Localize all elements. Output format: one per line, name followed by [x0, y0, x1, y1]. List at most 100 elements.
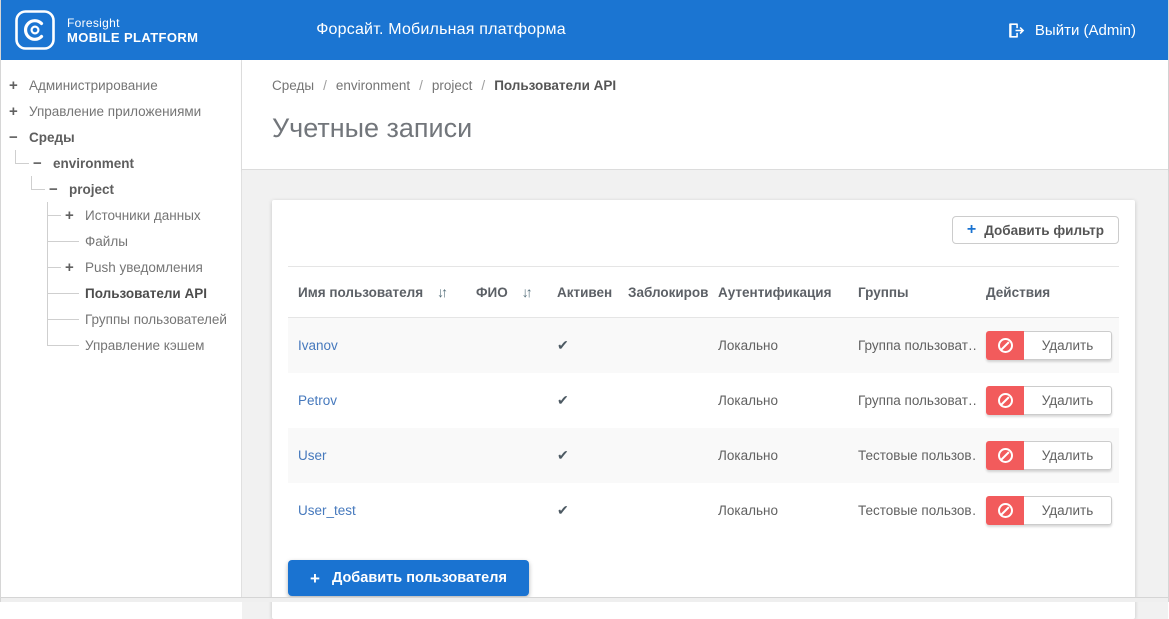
sidebar-item-label: Среды: [29, 130, 75, 145]
logout-icon: [1006, 21, 1025, 40]
breadcrumb-separator: /: [481, 78, 485, 93]
table-row: User ✔ Локально Тестовые пользов… Удалит…: [288, 428, 1119, 483]
username-link[interactable]: Petrov: [298, 393, 337, 408]
delete-label: Удалить: [1024, 496, 1112, 525]
sidebar-item-project[interactable]: − project: [31, 176, 241, 202]
auth-cell: Локально: [708, 428, 848, 483]
column-header-blocked: Заблокирован: [618, 267, 708, 318]
groups-cell: Тестовые пользов…: [848, 428, 976, 483]
delete-icon-box: [986, 386, 1024, 415]
users-table: Имя пользователя ↓↑ ФИО↓↑ Активен Заблоки…: [288, 266, 1119, 538]
column-header-groups: Группы: [848, 267, 976, 318]
brand-logo-block: Foresight MOBILE PLATFORM: [1, 10, 198, 50]
expand-plus-icon[interactable]: +: [9, 77, 25, 94]
expand-plus-icon[interactable]: +: [65, 207, 81, 224]
sidebar-item-label: Управление кэшем: [85, 338, 204, 353]
column-header-username[interactable]: Имя пользователя ↓↑: [288, 267, 466, 318]
add-filter-label: Добавить фильтр: [984, 223, 1104, 238]
prohibition-icon: [998, 448, 1013, 463]
sidebar-item-files[interactable]: Файлы: [47, 228, 241, 254]
sidebar-item-administration[interactable]: + Администрирование: [9, 72, 241, 98]
delete-user-button[interactable]: Удалить: [986, 496, 1112, 525]
username-link[interactable]: User_test: [298, 503, 356, 518]
check-icon: ✔: [557, 502, 569, 518]
check-icon: ✔: [557, 337, 569, 353]
plus-icon: +: [967, 222, 976, 238]
auth-cell: Локально: [708, 483, 848, 538]
fio-cell: [466, 373, 547, 428]
table-header-row: Имя пользователя ↓↑ ФИО↓↑ Активен Заблоки…: [288, 267, 1119, 318]
prohibition-icon: [998, 393, 1013, 408]
app-window: Foresight MOBILE PLATFORM Форсайт. Мобил…: [0, 0, 1169, 602]
sidebar-item-label: Источники данных: [85, 208, 201, 223]
delete-icon-box: [986, 496, 1024, 525]
delete-label: Удалить: [1024, 386, 1112, 415]
breadcrumb: Среды / environment / project / Пользова…: [272, 78, 1168, 93]
delete-label: Удалить: [1024, 441, 1112, 470]
sidebar-item-label: environment: [53, 156, 134, 171]
sort-icon[interactable]: ↓↑: [522, 284, 530, 300]
delete-user-button[interactable]: Удалить: [986, 441, 1112, 470]
delete-label: Удалить: [1024, 331, 1112, 360]
auth-cell: Локально: [708, 318, 848, 374]
fio-cell: [466, 483, 547, 538]
groups-cell: Группа пользоват…: [848, 373, 976, 428]
sidebar-item-environments[interactable]: − Среды: [9, 124, 241, 150]
collapse-minus-icon[interactable]: −: [9, 129, 25, 146]
column-header-fio[interactable]: ФИО↓↑: [466, 267, 547, 318]
column-label: Имя пользователя: [298, 285, 423, 300]
table-row: User_test ✔ Локально Тестовые пользов… У…: [288, 483, 1119, 538]
add-user-button[interactable]: + Добавить пользователя: [288, 560, 529, 596]
sidebar-item-data-sources[interactable]: + Источники данных: [47, 202, 241, 228]
groups-cell: Группа пользоват…: [848, 318, 976, 374]
foresight-logo-icon: [15, 10, 55, 50]
page-body: + Добавить фильтр Имя пользоват: [242, 170, 1168, 619]
window-bottom-edge: [1, 597, 1168, 602]
column-header-active: Активен: [547, 267, 618, 318]
delete-user-button[interactable]: Удалить: [986, 386, 1112, 415]
brand-line1: Foresight: [67, 16, 198, 30]
delete-icon-box: [986, 441, 1024, 470]
sidebar-item-label: Группы пользователей: [85, 312, 227, 327]
breadcrumb-project[interactable]: project: [432, 78, 473, 93]
username-link[interactable]: User: [298, 448, 327, 463]
brand-text: Foresight MOBILE PLATFORM: [67, 16, 198, 45]
sidebar-item-push-notifications[interactable]: + Push уведомления: [47, 254, 241, 280]
check-icon: ✔: [557, 392, 569, 408]
expand-plus-icon[interactable]: +: [65, 259, 81, 276]
add-filter-button[interactable]: + Добавить фильтр: [952, 216, 1119, 244]
check-icon: ✔: [557, 447, 569, 463]
sidebar-item-user-groups[interactable]: Группы пользователей: [47, 306, 241, 332]
column-header-auth: Аутентификация: [708, 267, 848, 318]
groups-cell: Тестовые пользов…: [848, 483, 976, 538]
sidebar-item-label: Пользователи API: [85, 286, 207, 301]
table-row: Petrov ✔ Локально Группа пользоват… Удал…: [288, 373, 1119, 428]
sidebar-item-cache-management[interactable]: Управление кэшем: [47, 332, 241, 358]
breadcrumb-environment[interactable]: environment: [336, 78, 410, 93]
sidebar-item-api-users[interactable]: Пользователи API: [47, 280, 241, 306]
username-link[interactable]: Ivanov: [298, 338, 338, 353]
sort-icon[interactable]: ↓↑: [437, 284, 445, 300]
brand-line2: MOBILE PLATFORM: [67, 30, 198, 45]
breadcrumb-api-users: Пользователи API: [494, 78, 616, 93]
breadcrumb-separator: /: [323, 78, 327, 93]
collapse-minus-icon[interactable]: −: [33, 155, 49, 172]
sidebar-item-app-management[interactable]: + Управление приложениями: [9, 98, 241, 124]
breadcrumb-separator: /: [419, 78, 423, 93]
auth-cell: Локально: [708, 373, 848, 428]
sidebar-item-environment[interactable]: − environment: [15, 150, 241, 176]
breadcrumb-environments[interactable]: Среды: [272, 78, 314, 93]
logout-button[interactable]: Выйти (Admin): [1006, 21, 1168, 40]
top-header-bar: Foresight MOBILE PLATFORM Форсайт. Мобил…: [1, 0, 1168, 60]
prohibition-icon: [998, 338, 1013, 353]
page-title: Учетные записи: [272, 113, 1168, 144]
plus-icon: +: [310, 570, 320, 587]
app-title: Форсайт. Мобильная платформа: [316, 21, 566, 39]
expand-plus-icon[interactable]: +: [9, 103, 25, 120]
fio-cell: [466, 318, 547, 374]
sidebar-item-label: Администрирование: [29, 78, 158, 93]
blocked-cell: [618, 318, 708, 374]
collapse-minus-icon[interactable]: −: [49, 181, 65, 198]
delete-user-button[interactable]: Удалить: [986, 331, 1112, 360]
logout-label: Выйти (Admin): [1035, 22, 1136, 39]
